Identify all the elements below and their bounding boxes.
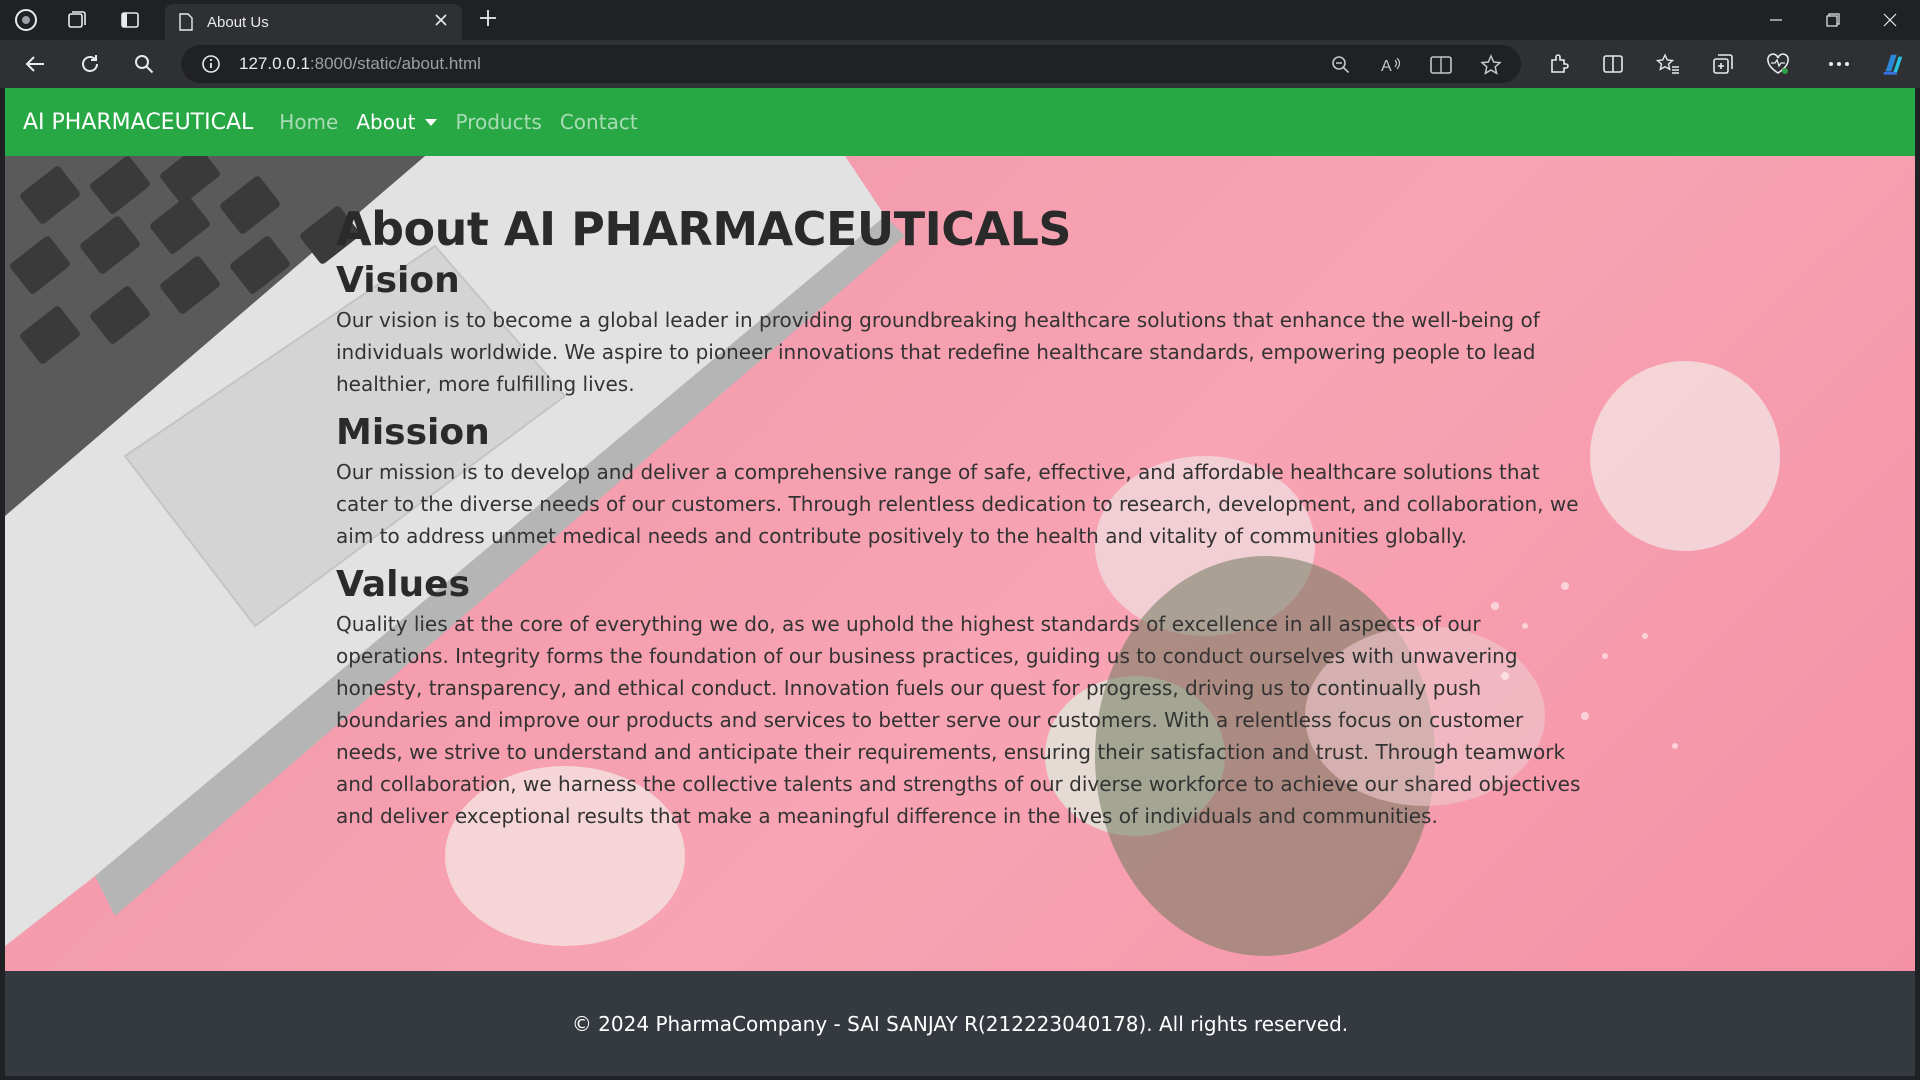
nav-link-about[interactable]: About <box>356 110 438 134</box>
refresh-icon[interactable] <box>77 51 103 77</box>
favorite-star-icon[interactable] <box>1480 54 1502 76</box>
app-menu-icon[interactable] <box>14 8 38 32</box>
dropdown-caret-icon <box>425 118 438 126</box>
page-viewport: AI PHARMACEUTICAL Home About Products Co… <box>5 88 1915 1076</box>
copilot-icon[interactable] <box>1880 51 1906 77</box>
site-footer: © 2024 PharmaCompany - SAI SANJAY R(2122… <box>5 971 1915 1076</box>
url-host: 127.0.0.1 <box>239 54 310 73</box>
about-hero-section: About AI PHARMACEUTICALS Vision Our visi… <box>5 156 1915 971</box>
nav-link-products[interactable]: Products <box>455 110 541 134</box>
site-navbar: AI PHARMACEUTICAL Home About Products Co… <box>5 88 1915 156</box>
split-screen-icon[interactable] <box>1600 51 1626 77</box>
values-heading: Values <box>336 564 470 605</box>
tab-actions-icon[interactable] <box>118 8 142 32</box>
workspaces-icon[interactable] <box>65 8 89 32</box>
browser-tab[interactable]: About Us <box>165 4 462 40</box>
vision-heading: Vision <box>336 260 460 301</box>
more-icon[interactable] <box>1826 51 1852 77</box>
about-content: About AI PHARMACEUTICALS Vision Our visi… <box>336 200 1596 832</box>
minimize-icon[interactable] <box>1756 6 1796 34</box>
nav-link-about-label: About <box>356 110 416 134</box>
close-icon[interactable] <box>434 13 448 31</box>
tab-title: About Us <box>207 13 269 31</box>
window-close-icon[interactable] <box>1870 6 1910 34</box>
read-aloud-icon[interactable]: A <box>1380 54 1402 76</box>
search-icon[interactable] <box>131 51 157 77</box>
restore-icon[interactable] <box>1813 6 1853 34</box>
info-icon[interactable] <box>201 54 221 74</box>
new-tab-icon[interactable] <box>478 8 498 30</box>
browser-titlebar: About Us <box>0 0 1920 40</box>
address-bar[interactable]: 127.0.0.1:8000/static/about.html A <box>181 45 1521 83</box>
zoom-out-icon[interactable] <box>1330 54 1352 76</box>
navbar-brand[interactable]: AI PHARMACEUTICAL <box>23 110 253 135</box>
url-text[interactable]: 127.0.0.1:8000/static/about.html <box>239 54 481 74</box>
browser-essentials-icon[interactable] <box>1765 51 1791 77</box>
immersive-reader-icon[interactable] <box>1430 54 1452 76</box>
collections-icon[interactable] <box>1710 51 1736 77</box>
mission-text: Our mission is to develop and deliver a … <box>336 460 1579 548</box>
back-icon[interactable] <box>22 51 48 77</box>
page-icon <box>179 13 193 31</box>
browser-toolbar: 127.0.0.1:8000/static/about.html A <box>0 40 1920 88</box>
nav-link-home[interactable]: Home <box>279 110 338 134</box>
favorites-icon[interactable] <box>1655 51 1681 77</box>
page-title: About AI PHARMACEUTICALS <box>336 202 1072 256</box>
footer-copyright: © 2024 PharmaCompany - SAI SANJAY R(2122… <box>571 1011 1349 1036</box>
vision-text: Our vision is to become a global leader … <box>336 308 1540 396</box>
url-path: :8000/static/about.html <box>309 54 481 73</box>
mission-heading: Mission <box>336 412 490 453</box>
svg-text:A: A <box>1381 58 1392 75</box>
extensions-icon[interactable] <box>1546 51 1572 77</box>
values-text: Quality lies at the core of everything w… <box>336 612 1581 828</box>
nav-link-contact[interactable]: Contact <box>560 110 638 134</box>
